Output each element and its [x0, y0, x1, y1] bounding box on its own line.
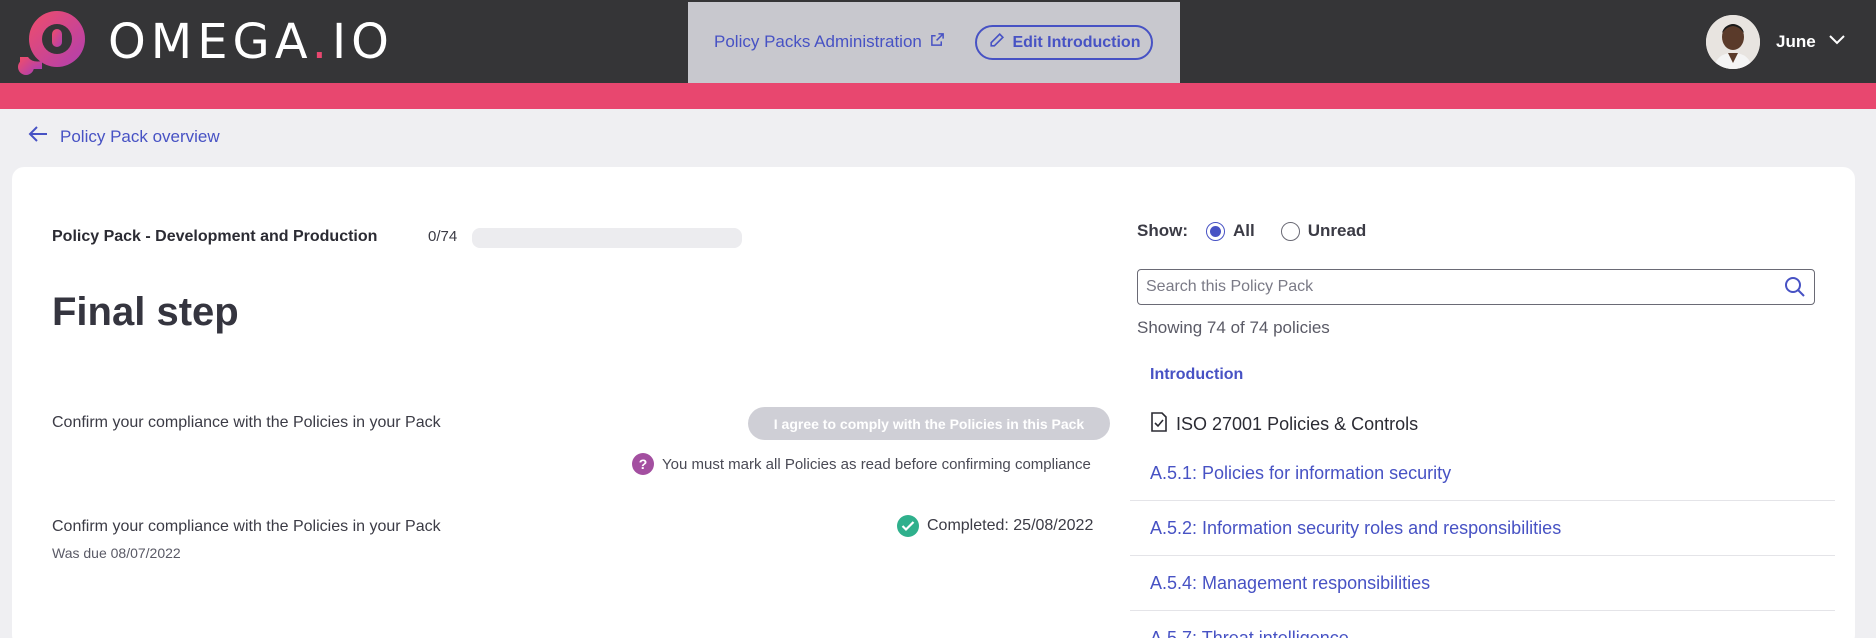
completed-status: Completed: 25/08/2022	[897, 515, 1093, 537]
policy-item[interactable]: A.5.2: Information security roles and re…	[1130, 501, 1835, 556]
user-name: June	[1776, 32, 1816, 51]
agree-comply-button[interactable]: I agree to comply with the Policies in t…	[748, 407, 1110, 440]
avatar	[1706, 15, 1760, 69]
chevron-down-icon	[1828, 33, 1846, 51]
showing-count: Showing 74 of 74 policies	[1137, 318, 1330, 337]
show-label: Show:	[1137, 221, 1188, 240]
logo-text: OMEGA.IO	[108, 14, 394, 70]
show-filter: Show: All Unread	[1137, 221, 1392, 241]
policy-packs-admin-link[interactable]: Policy Packs Administration	[714, 32, 945, 52]
search-icon[interactable]	[1784, 276, 1806, 303]
pack-progress-count: 0/74	[428, 228, 458, 245]
policy-item[interactable]: A.5.7: Threat intelligence	[1130, 611, 1835, 638]
edit-introduction-button[interactable]: Edit Introduction	[975, 25, 1153, 60]
radio-all-label[interactable]: All	[1233, 221, 1255, 241]
arrow-left-icon	[28, 125, 48, 148]
pack-progress-bar	[472, 228, 742, 248]
user-menu[interactable]: June	[1706, 15, 1846, 69]
search-box	[1137, 269, 1815, 305]
top-bar: OMEGA.IO Policy Packs Administration Edi…	[0, 0, 1876, 83]
back-link-label: Policy Pack overview	[60, 126, 220, 146]
confirm-compliance-history-text: Confirm your compliance with the Policie…	[52, 518, 441, 535]
check-circle-icon	[897, 515, 919, 537]
introduction-link[interactable]: Introduction	[1150, 366, 1243, 384]
section-title: ISO 27001 Policies & Controls	[1176, 414, 1419, 434]
search-input[interactable]	[1138, 270, 1758, 304]
pencil-icon	[988, 32, 1005, 54]
radio-all[interactable]	[1206, 221, 1225, 241]
question-icon[interactable]: ?	[632, 453, 654, 475]
document-check-icon	[1150, 412, 1168, 437]
completed-text: Completed: 25/08/2022	[927, 517, 1094, 534]
policy-item[interactable]: A.5.4: Management responsibilities	[1130, 556, 1835, 611]
page-title: Final step	[52, 290, 239, 334]
pack-title: Policy Pack - Development and Production	[52, 228, 378, 245]
admin-panel: Policy Packs Administration Edit Introdu…	[688, 2, 1180, 83]
must-mark-note: ? You must mark all Policies as read bef…	[632, 453, 1091, 475]
omega-logo[interactable]: OMEGA.IO	[14, 8, 394, 76]
radio-unread[interactable]	[1280, 221, 1300, 241]
due-date: Was due 08/07/2022	[52, 545, 181, 561]
policy-list: A.5.1: Policies for information security…	[1130, 446, 1835, 638]
omega-logo-icon	[14, 7, 92, 77]
brand-stripe	[0, 83, 1876, 109]
policy-item[interactable]: A.5.1: Policies for information security	[1130, 446, 1835, 501]
radio-unread-label[interactable]: Unread	[1308, 221, 1367, 241]
back-to-overview-link[interactable]: Policy Pack overview	[28, 125, 220, 148]
section-header: ISO 27001 Policies & Controls	[1150, 412, 1418, 437]
must-mark-text: You must mark all Policies as read befor…	[662, 455, 1091, 473]
external-link-icon	[930, 32, 945, 52]
edit-button-label: Edit Introduction	[1012, 33, 1141, 51]
confirm-compliance-text: Confirm your compliance with the Policie…	[52, 414, 441, 431]
admin-link-label: Policy Packs Administration	[714, 32, 922, 51]
